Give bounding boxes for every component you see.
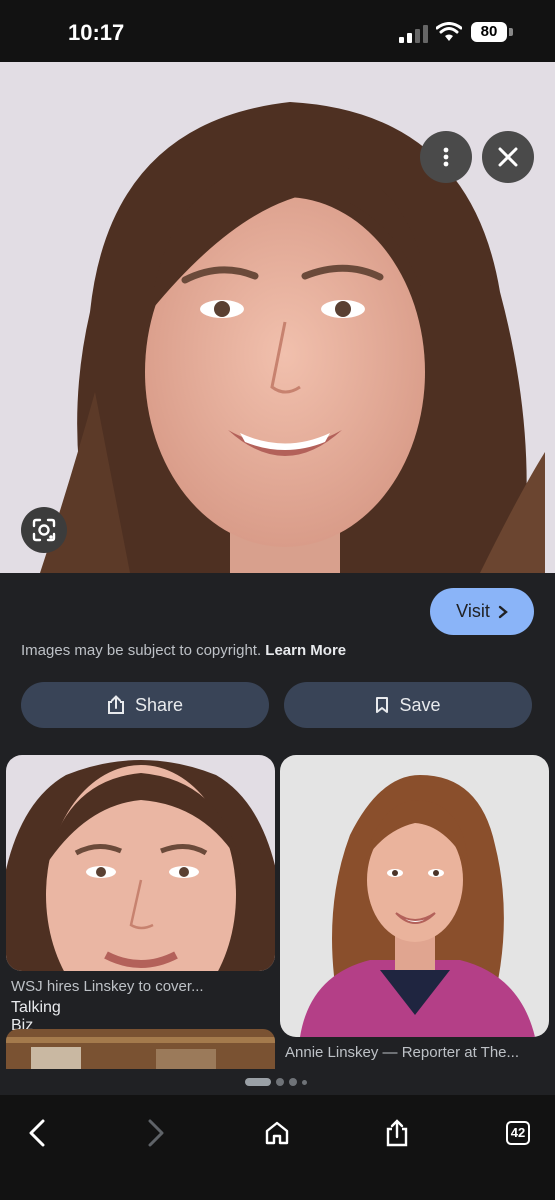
chevron-right-icon — [498, 605, 508, 618]
result-title: Annie Linskey — Reporter at The... — [285, 1044, 520, 1061]
result-title: WSJ hires Linskey to cover... — [11, 978, 204, 995]
page-dot-active — [245, 1078, 271, 1086]
status-time: 10:17 — [68, 20, 125, 45]
result-thumbnail[interactable] — [6, 755, 275, 971]
close-icon — [498, 147, 518, 167]
share-label: Share — [134, 694, 184, 715]
forward-button[interactable] — [133, 1110, 179, 1156]
bookmark-icon — [376, 697, 389, 713]
back-arrow-icon — [29, 1119, 45, 1147]
battery-tip — [509, 28, 513, 36]
forward-arrow-icon — [148, 1119, 164, 1147]
google-lens-button[interactable] — [21, 507, 67, 553]
portrait-photo — [0, 62, 555, 573]
google-lens-icon — [32, 518, 56, 542]
share-icon — [107, 695, 124, 714]
result-thumbnail[interactable] — [280, 755, 549, 1037]
visit-button[interactable]: Visit — [430, 588, 534, 635]
home-button[interactable] — [254, 1110, 300, 1156]
learn-more-link[interactable]: Learn More — [265, 642, 346, 659]
home-icon — [265, 1121, 289, 1145]
result-thumbnail-partial[interactable] — [6, 1029, 275, 1069]
page-dot — [302, 1079, 307, 1085]
status-bar: 10:17 80 — [0, 0, 555, 62]
save-label: Save — [399, 694, 441, 715]
share-icon — [386, 1119, 408, 1147]
copyright-notice: Images may be subject to copyright. Lear… — [21, 642, 346, 659]
more-vertical-icon — [443, 147, 449, 167]
more-options-button[interactable] — [420, 131, 472, 183]
back-button[interactable] — [14, 1110, 60, 1156]
share-page-button[interactable] — [374, 1110, 420, 1156]
browser-toolbar: 42 — [0, 1095, 555, 1200]
cellular-signal-icon — [399, 25, 428, 43]
visit-label: Visit — [456, 601, 490, 621]
battery-indicator: 80 — [471, 22, 507, 42]
share-button[interactable]: Share — [21, 682, 269, 728]
tabs-button[interactable]: 42 — [495, 1110, 541, 1156]
tab-count: 42 — [506, 1121, 530, 1145]
page-dot — [276, 1078, 284, 1086]
main-image[interactable] — [0, 62, 555, 573]
copyright-text: Images may be subject to copyright. — [21, 642, 262, 659]
wifi-icon — [436, 22, 462, 41]
page-dot — [289, 1078, 297, 1086]
close-button[interactable] — [482, 131, 534, 183]
save-button[interactable]: Save — [284, 682, 532, 728]
page-indicator — [245, 1077, 307, 1087]
